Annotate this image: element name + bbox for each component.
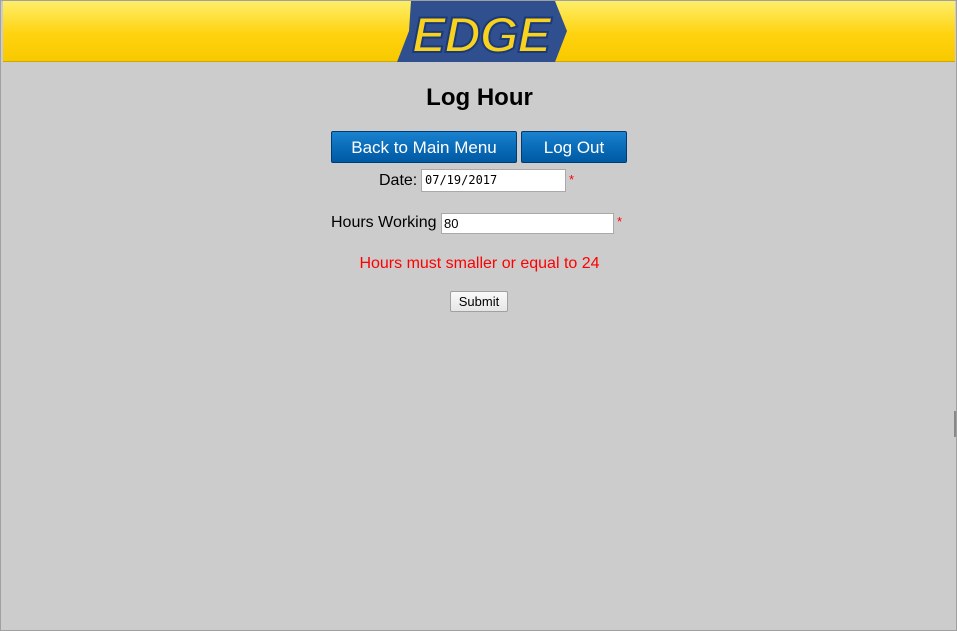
date-label: Date: bbox=[379, 172, 418, 189]
scrollbar-edge[interactable] bbox=[954, 411, 956, 437]
hours-working-label: Hours Working bbox=[331, 214, 437, 231]
edge-logo-icon: EDGE bbox=[397, 1, 567, 62]
validation-error-message: Hours must smaller or equal to 24 bbox=[359, 255, 600, 272]
page-title: Log Hour bbox=[426, 84, 533, 111]
edge-logo[interactable]: EDGE bbox=[397, 1, 567, 62]
date-field[interactable]: 07/19/2017 bbox=[421, 169, 566, 192]
submit-button[interactable]: Submit bbox=[450, 291, 508, 312]
date-required-marker: * bbox=[569, 172, 575, 187]
log-out-button[interactable]: Log Out bbox=[521, 131, 627, 163]
back-to-main-menu-button[interactable]: Back to Main Menu bbox=[331, 131, 517, 163]
logo-text: EDGE bbox=[412, 7, 552, 62]
hours-working-field[interactable]: 80 bbox=[441, 213, 614, 234]
site-header: EDGE bbox=[3, 1, 955, 62]
browser-viewport: EDGE Log Hour Back to Main Menu Log Out … bbox=[0, 0, 957, 631]
hours-required-marker: * bbox=[617, 214, 623, 229]
